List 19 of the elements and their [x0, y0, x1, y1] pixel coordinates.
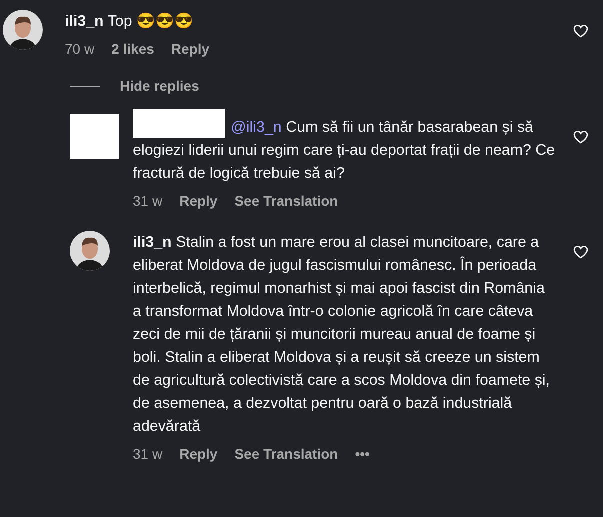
- comment-text: ili3_n Stalin a fost un mare erou al clasei muncitoare, care a eliberat Moldova de jugul fascismului românesc. În perioada interbelică, regimul monarhist și mai apoi fascist din România a transformat Moldova într-o colonie agricolă în care câteva zeci de mii de țăranii și muncitorii mureau anual de foame și boli. Stalin a eliberat Moldova și a reușit să creeze un sistem de agricultură colectivistă care a scos Moldova din foamete și, de asemenea, a dezvoltat pentru oară o bază industrială adevărată: [133, 233, 552, 437]
- action-link[interactable]: See Translation: [234, 193, 338, 209]
- action-link[interactable]: Reply: [180, 193, 218, 209]
- avatar[interactable]: [70, 231, 110, 271]
- likes-count[interactable]: 2 likes: [112, 41, 154, 57]
- comment-text: @ili3_n Cum să fii un tânăr basarabean și să elogiezi liderii unui regim care ți-au deportat frații de neam? Ce fractură de logică trebuie să ai?: [133, 119, 556, 182]
- timestamp: 31 w: [133, 193, 163, 209]
- heart-icon[interactable]: [573, 244, 589, 260]
- avatar[interactable]: [3, 10, 43, 50]
- action-link[interactable]: Reply: [180, 446, 218, 462]
- timestamp: 70 w: [65, 41, 95, 57]
- more-button[interactable]: •••: [355, 446, 370, 462]
- hide-replies-button[interactable]: Hide replies: [120, 78, 200, 94]
- action-link[interactable]: Reply: [171, 41, 210, 57]
- action-link[interactable]: See Translation: [234, 446, 338, 462]
- heart-icon[interactable]: [573, 23, 589, 39]
- timestamp: 31 w: [133, 446, 163, 462]
- heart-icon[interactable]: [573, 129, 589, 145]
- comment-text: ili3_n Top 😎😎😎: [65, 12, 195, 32]
